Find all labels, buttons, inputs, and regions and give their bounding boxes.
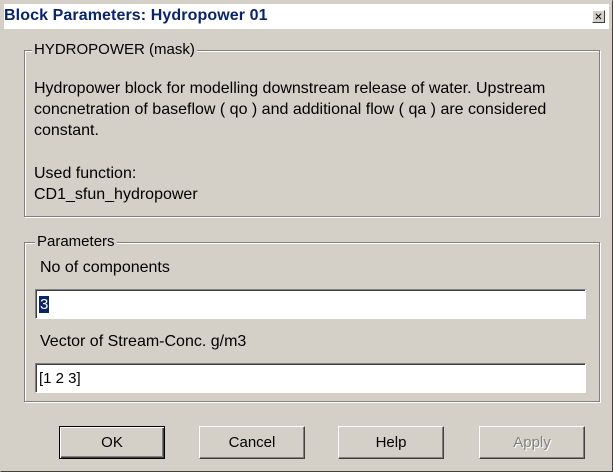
close-glyph: ✕ [594, 12, 603, 23]
mask-description: Hydropower block for modelling downstrea… [34, 80, 547, 139]
close-icon[interactable]: ✕ [592, 10, 605, 23]
parameters-group-legend: Parameters [35, 233, 117, 250]
help-button[interactable]: Help [338, 426, 444, 459]
cancel-button[interactable]: Cancel [199, 426, 305, 459]
no-of-components-value: 3 [39, 296, 50, 313]
used-function-label: Used function: [34, 165, 137, 182]
mask-group-legend: HYDROPOWER (mask) [32, 41, 197, 58]
block-parameters-dialog: Block Parameters: Hydropower 01 ✕ HYDROP… [0, 0, 613, 472]
stream-conc-value: [1 2 3] [39, 370, 81, 387]
stream-conc-label: Vector of Stream-Conc. g/m3 [40, 333, 247, 350]
used-function-value: CD1_sfun_hydropower [34, 186, 198, 203]
ok-button[interactable]: OK [59, 426, 165, 459]
no-of-components-label: No of components [40, 259, 170, 276]
stream-conc-input[interactable]: [1 2 3] [35, 363, 586, 393]
dialog-title: Block Parameters: Hydropower 01 [4, 7, 268, 24]
no-of-components-input[interactable]: 3 [35, 289, 586, 319]
title-bar[interactable]: Block Parameters: Hydropower 01 ✕ [4, 4, 609, 29]
apply-button[interactable]: Apply [479, 426, 585, 459]
